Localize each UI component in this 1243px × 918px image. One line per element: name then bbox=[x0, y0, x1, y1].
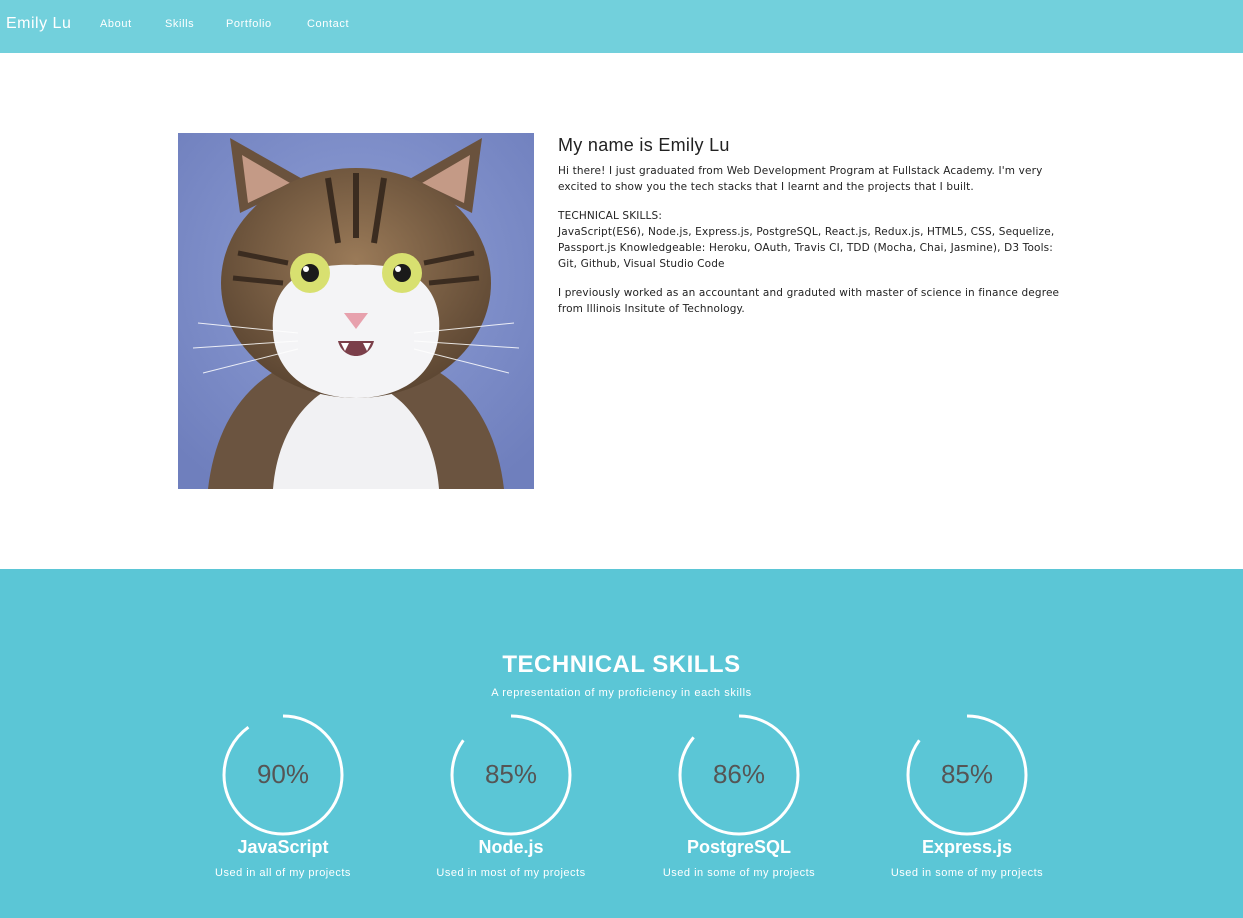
navbar: Emily Lu About Skills Portfolio Contact bbox=[0, 0, 1243, 53]
nav-link-about[interactable]: About bbox=[100, 18, 132, 30]
about-intro: Hi there! I just graduated from Web Deve… bbox=[558, 165, 1043, 193]
nav-link-contact[interactable]: Contact bbox=[307, 18, 349, 30]
skill-percent: 85% bbox=[484, 759, 538, 789]
skill-percent: 86% bbox=[712, 759, 766, 789]
nav-link-portfolio[interactable]: Portfolio bbox=[226, 18, 272, 30]
skills-title: TECHNICAL SKILLS bbox=[502, 651, 741, 678]
brand-link[interactable]: Emily Lu bbox=[6, 15, 71, 33]
skill-description: Used in some of my projects bbox=[662, 867, 816, 879]
skill-percent: 90% bbox=[256, 759, 310, 789]
about-title: My name is Emily Lu bbox=[558, 135, 730, 155]
about-background: I previously worked as an accountant and… bbox=[558, 287, 1060, 315]
skill-name: JavaScript bbox=[237, 837, 329, 857]
cat-photo-image bbox=[178, 133, 534, 489]
about-text: My name is Emily Lu Hi there! I just gra… bbox=[558, 135, 1068, 330]
skill-name: PostgreSQL bbox=[686, 837, 792, 857]
about-skills-heading: TECHNICAL SKILLS: bbox=[558, 210, 663, 222]
skills-subtitle: A representation of my proficiency in ea… bbox=[491, 687, 752, 699]
skill-name: Express.js bbox=[921, 837, 1013, 857]
about-section: My name is Emily Lu Hi there! I just gra… bbox=[0, 53, 1243, 569]
skill-name: Node.js bbox=[478, 837, 544, 857]
about-skills: TECHNICAL SKILLS: JavaScript(ES6), Node.… bbox=[558, 208, 1068, 272]
skill-percent: 85% bbox=[940, 759, 994, 789]
skills-section: TECHNICAL SKILLS A representation of my … bbox=[0, 569, 1243, 918]
skill-description: Used in all of my projects bbox=[215, 867, 351, 879]
about-skills-list: JavaScript(ES6), Node.js, Express.js, Po… bbox=[558, 226, 1055, 270]
profile-photo bbox=[178, 133, 534, 489]
nav-link-skills[interactable]: Skills bbox=[165, 18, 194, 30]
skill-description: Used in some of my projects bbox=[890, 867, 1044, 879]
skill-description: Used in most of my projects bbox=[436, 867, 586, 879]
